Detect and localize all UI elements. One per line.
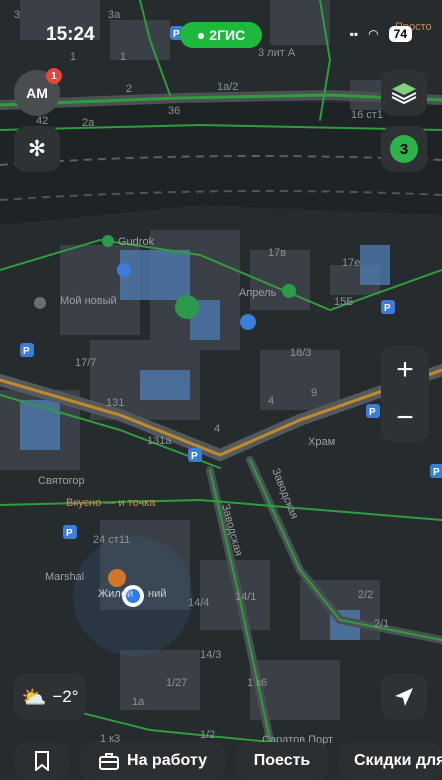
svg-text:P: P xyxy=(369,407,376,418)
traffic-button[interactable]: 3 xyxy=(381,126,427,172)
map-label: 15Б xyxy=(334,296,353,308)
traffic-level-indicator: 3 xyxy=(390,135,418,163)
briefcase-icon xyxy=(99,753,120,770)
map-label: 131 xyxy=(106,397,124,409)
map-label: 17в xyxy=(268,247,286,259)
map-label: 3 xyxy=(14,9,20,21)
zoom-out-button[interactable]: − xyxy=(381,394,429,442)
wifi-icon: ◠ xyxy=(368,27,379,41)
home-marker[interactable] xyxy=(108,569,126,587)
profile-avatar[interactable]: АМ 1 xyxy=(14,68,62,116)
minus-icon: − xyxy=(396,401,414,434)
notification-badge: 1 xyxy=(46,68,62,84)
bookmark-icon xyxy=(35,751,49,771)
eat-button[interactable]: Поесть xyxy=(236,742,328,780)
snowflake-button[interactable]: ✻ xyxy=(14,126,60,172)
to-work-label: На работу xyxy=(127,752,207,769)
weather-widget[interactable]: ⛅ −2° xyxy=(14,674,86,720)
poi-label: Мой новый xyxy=(60,295,117,307)
signal-icon: ▪▪ xyxy=(349,27,359,41)
weather-temperature: −2° xyxy=(52,687,79,706)
poi-label: Святогор xyxy=(38,475,85,487)
map-label: 1 к6 xyxy=(247,677,267,689)
poi-label: Gudrok xyxy=(118,236,155,248)
map-label: 14/1 xyxy=(235,591,256,603)
poi-label: Апрель xyxy=(239,287,277,299)
map-label: 2/2 xyxy=(358,589,373,601)
eat-label: Поесть xyxy=(253,752,311,769)
map-label: 1 xyxy=(120,51,126,63)
map-label: 3а xyxy=(108,9,121,21)
map-label: 4 xyxy=(268,395,274,407)
svg-text:P: P xyxy=(23,346,30,357)
my-location-button[interactable] xyxy=(381,674,427,720)
discounts-label: Скидки для xyxy=(354,752,442,769)
map-label: 9 xyxy=(311,387,317,399)
poi-label: Храм xyxy=(308,436,335,448)
status-icons: ▪▪ ◠ 74 xyxy=(350,26,412,42)
poi-label: ний xyxy=(148,588,166,600)
svg-text:P: P xyxy=(66,528,73,539)
avatar-initials: АМ xyxy=(26,85,48,101)
bookmarks-button[interactable] xyxy=(14,742,70,780)
map-label: 2/1 xyxy=(374,618,389,630)
svg-text:P: P xyxy=(191,451,198,462)
zoom-in-button[interactable]: + xyxy=(381,346,429,394)
layers-icon xyxy=(391,83,417,105)
plus-icon: + xyxy=(396,353,414,386)
map-label: 1а/2 xyxy=(217,81,238,93)
zoom-control: + − xyxy=(381,346,429,442)
map-label: 17/7 xyxy=(75,357,96,369)
svg-text:P: P xyxy=(433,467,440,478)
status-bar: 15:24 ● 2ГИС ▪▪ ◠ 74 xyxy=(0,22,442,50)
map-label: 2а xyxy=(82,117,95,129)
map-label: 131а xyxy=(147,435,172,447)
brand-label: 2ГИС xyxy=(209,27,246,43)
map-label: 1 xyxy=(70,51,76,63)
brand-logo-icon: ● xyxy=(196,27,206,43)
svg-text:P: P xyxy=(384,303,391,314)
map-label: 2 xyxy=(126,83,132,95)
map-label: 4 xyxy=(214,423,220,435)
map-label: 36 xyxy=(168,105,180,117)
map-label: 14/3 xyxy=(200,649,221,661)
snowflake-icon: ✻ xyxy=(27,136,47,161)
map-label: 16 ст1 xyxy=(351,109,383,121)
layers-button[interactable] xyxy=(381,70,427,116)
to-work-button[interactable]: На работу xyxy=(80,742,226,780)
cafe-icon[interactable] xyxy=(175,295,199,319)
map-canvas[interactable]: P P P P P P P 3а 3 1 1 2 36 1а/2 3 лит А… xyxy=(0,0,442,780)
discounts-button[interactable]: Скидки для xyxy=(338,742,442,780)
status-time: 15:24 xyxy=(46,24,95,45)
poi-label: Жилой xyxy=(98,588,133,600)
map-label: 17е xyxy=(342,257,360,269)
poi-label: Marshal xyxy=(45,571,84,583)
map-label: 1/27 xyxy=(166,677,187,689)
map-label: 18/3 xyxy=(290,347,311,359)
map-label: 24 ст11 xyxy=(93,534,130,546)
map-label: 14/4 xyxy=(188,597,209,609)
bottom-quick-bar: На работу Поесть Скидки для xyxy=(0,740,442,780)
navigation-arrow-icon xyxy=(395,688,413,706)
service-icon[interactable] xyxy=(240,314,256,330)
poi-label: Вкусно — и точка xyxy=(66,497,156,509)
brand-pill[interactable]: ● 2ГИС xyxy=(180,22,262,48)
cloudy-sun-icon: ⛅ xyxy=(21,686,47,709)
battery-indicator: 74 xyxy=(388,26,412,42)
map-label: 1а xyxy=(132,696,145,708)
